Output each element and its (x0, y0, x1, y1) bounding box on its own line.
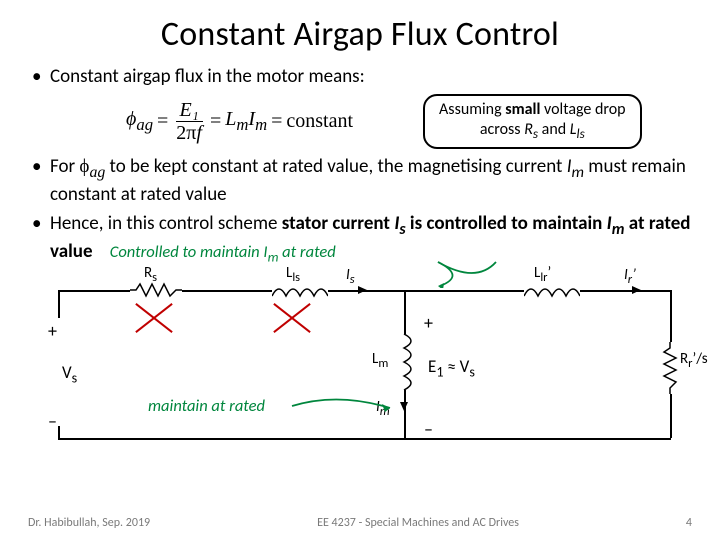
bullet-1: Constant airgap flux in the motor means: (28, 65, 692, 90)
green-annotation-bottom: maintain at rated (148, 396, 265, 416)
plus-e1: + (424, 312, 433, 334)
label-lm: Lm (372, 350, 388, 371)
label-ir: Ir’ (624, 266, 636, 287)
equivalent-circuit: Rs Lls Is Llr’ Ir’ Rr’/s (28, 270, 692, 460)
bullet-3: Hence, in this control scheme stator cur… (28, 212, 692, 267)
bullet-2: For ϕag to be kept constant at rated val… (28, 155, 692, 208)
inductor-lm-icon (396, 334, 412, 390)
minus-left: – (48, 410, 57, 432)
label-lls: Lls (286, 264, 300, 285)
label-vs: Vs (62, 362, 77, 386)
label-is: Is (346, 266, 355, 287)
minus-e1: – (424, 418, 433, 440)
cross-out-rs-icon (134, 300, 174, 336)
arrow-im-icon (400, 402, 408, 411)
cross-out-lls-icon (272, 300, 312, 336)
resistor-rr-icon (662, 342, 678, 394)
arrow-ir-icon (632, 286, 641, 294)
arrow-is-icon (358, 286, 367, 294)
footer-course: EE 4237 - Special Machines and AC Drives (317, 516, 519, 530)
label-e1: E1 ≈ Vs (428, 356, 475, 380)
label-rr-over-s: Rr’/s (680, 350, 708, 371)
flux-equation: ϕag = E₁ 2πf = LmIm = constant (126, 100, 353, 143)
plus-left: + (48, 320, 57, 342)
equation-row: ϕag = E₁ 2πf = LmIm = constant Assuming … (126, 94, 692, 149)
slide-footer: Dr. Habibullah, Sep. 2019 EE 4237 - Spec… (0, 516, 720, 530)
green-annotation-top: Controlled to maintain Im at rated (110, 242, 336, 262)
footer-author: Dr. Habibullah, Sep. 2019 (28, 516, 150, 530)
inductor-llr-icon (524, 282, 580, 298)
body-bullets-2: For ϕag to be kept constant at rated val… (28, 155, 692, 267)
label-rs: Rs (144, 264, 157, 285)
assumption-callout: Assuming small voltage drop across Rs an… (423, 94, 642, 149)
footer-page-number: 4 (686, 516, 692, 530)
arrow-curve-bottom-icon (288, 394, 398, 418)
label-llr: Llr’ (534, 264, 551, 285)
slide-title: Constant Airgap Flux Control (28, 14, 692, 55)
body-bullets: Constant airgap flux in the motor means: (28, 65, 692, 90)
slide: Constant Airgap Flux Control Constant ai… (0, 0, 720, 540)
arrow-curve-icon (436, 258, 526, 288)
